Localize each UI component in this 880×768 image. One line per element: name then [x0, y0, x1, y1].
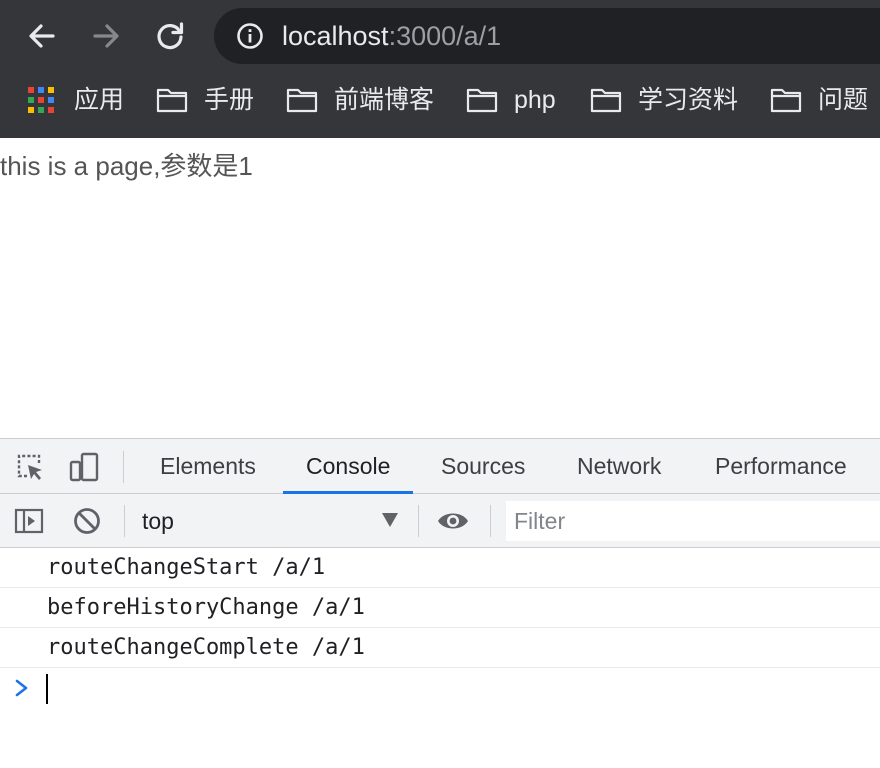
console-filter-input[interactable] — [506, 501, 880, 541]
url-host: localhost — [282, 21, 389, 51]
dropdown-arrow-icon — [382, 513, 398, 527]
navigation-bar: localhost:3000/a/1 — [0, 0, 880, 72]
toolbar-separator — [418, 505, 419, 537]
console-output: routeChangeStart /a/1 beforeHistoryChang… — [0, 548, 880, 710]
inspect-element-icon[interactable] — [14, 451, 46, 483]
clear-console-icon[interactable] — [72, 506, 102, 536]
prompt-chevron-icon — [15, 679, 28, 697]
folder-icon — [286, 88, 318, 113]
toolbar-separator — [490, 505, 491, 537]
context-selector-label: top — [142, 508, 174, 534]
folder-icon — [156, 88, 188, 113]
console-prompt[interactable] — [0, 668, 880, 710]
bookmark-label: 应用 — [74, 86, 125, 114]
bookmark-label: php — [514, 86, 556, 114]
bookmark-folder-manual[interactable]: 手册 — [156, 84, 254, 116]
url-text[interactable]: localhost:3000/a/1 — [282, 20, 501, 52]
bookmark-folder-questions[interactable]: 问题 — [770, 84, 868, 116]
devtools-tab-bar: Elements Console Sources Network Perform… — [0, 439, 880, 494]
page-viewport: this is a page,参数是1 — [0, 138, 880, 438]
bookmarks-bar: 应用 手册 前端博客 php 学习资料 问题 — [0, 72, 880, 138]
info-icon[interactable] — [236, 22, 264, 50]
text-caret — [46, 674, 48, 704]
devtools-panel: Elements Console Sources Network Perform… — [0, 438, 880, 768]
console-log-text: routeChangeStart /a/1 — [47, 555, 326, 580]
live-expression-eye-icon[interactable] — [436, 506, 470, 536]
bookmark-apps[interactable]: 应用 — [28, 84, 124, 116]
bookmark-folder-php[interactable]: php — [466, 84, 556, 116]
bookmark-label: 前端博客 — [334, 86, 435, 114]
device-toolbar-icon[interactable] — [68, 451, 100, 483]
bookmark-label: 手册 — [204, 86, 255, 114]
bookmark-label: 问题 — [818, 86, 869, 114]
forward-button[interactable] — [84, 14, 128, 58]
tab-elements[interactable]: Elements — [137, 439, 279, 494]
arrow-left-icon — [29, 24, 55, 48]
bookmark-folder-study[interactable]: 学习资料 — [590, 84, 738, 116]
console-toolbar: top — [0, 494, 880, 548]
url-path: :3000/a/1 — [388, 21, 502, 51]
tab-separator — [123, 451, 124, 483]
sidebar-toggle-icon[interactable] — [14, 506, 44, 536]
tab-performance[interactable]: Performance — [692, 439, 870, 494]
console-log-text: beforeHistoryChange /a/1 — [47, 595, 365, 620]
console-log-row: routeChangeStart /a/1 — [0, 548, 880, 588]
tab-sources[interactable]: Sources — [418, 439, 548, 494]
folder-icon — [590, 88, 622, 113]
browser-chrome: localhost:3000/a/1 应用 手册 前端博客 php 学习资料 问… — [0, 0, 880, 138]
folder-icon — [770, 88, 802, 113]
back-button[interactable] — [20, 14, 64, 58]
context-selector[interactable]: top — [124, 501, 410, 541]
bookmark-folder-frontend-blog[interactable]: 前端博客 — [286, 84, 434, 116]
tab-console[interactable]: Console — [283, 439, 414, 494]
address-bar[interactable]: localhost:3000/a/1 — [214, 8, 880, 64]
arrow-right-icon — [93, 24, 119, 48]
page-text: this is a page,参数是1 — [0, 151, 253, 181]
folder-icon — [466, 88, 498, 113]
console-log-text: routeChangeComplete /a/1 — [47, 635, 365, 660]
bookmark-label: 学习资料 — [638, 86, 739, 114]
console-log-row: beforeHistoryChange /a/1 — [0, 588, 880, 628]
apps-grid-icon — [28, 87, 54, 113]
reload-button[interactable] — [148, 14, 192, 58]
tab-network[interactable]: Network — [554, 439, 684, 494]
console-log-row: routeChangeComplete /a/1 — [0, 628, 880, 668]
reload-icon — [157, 22, 184, 50]
